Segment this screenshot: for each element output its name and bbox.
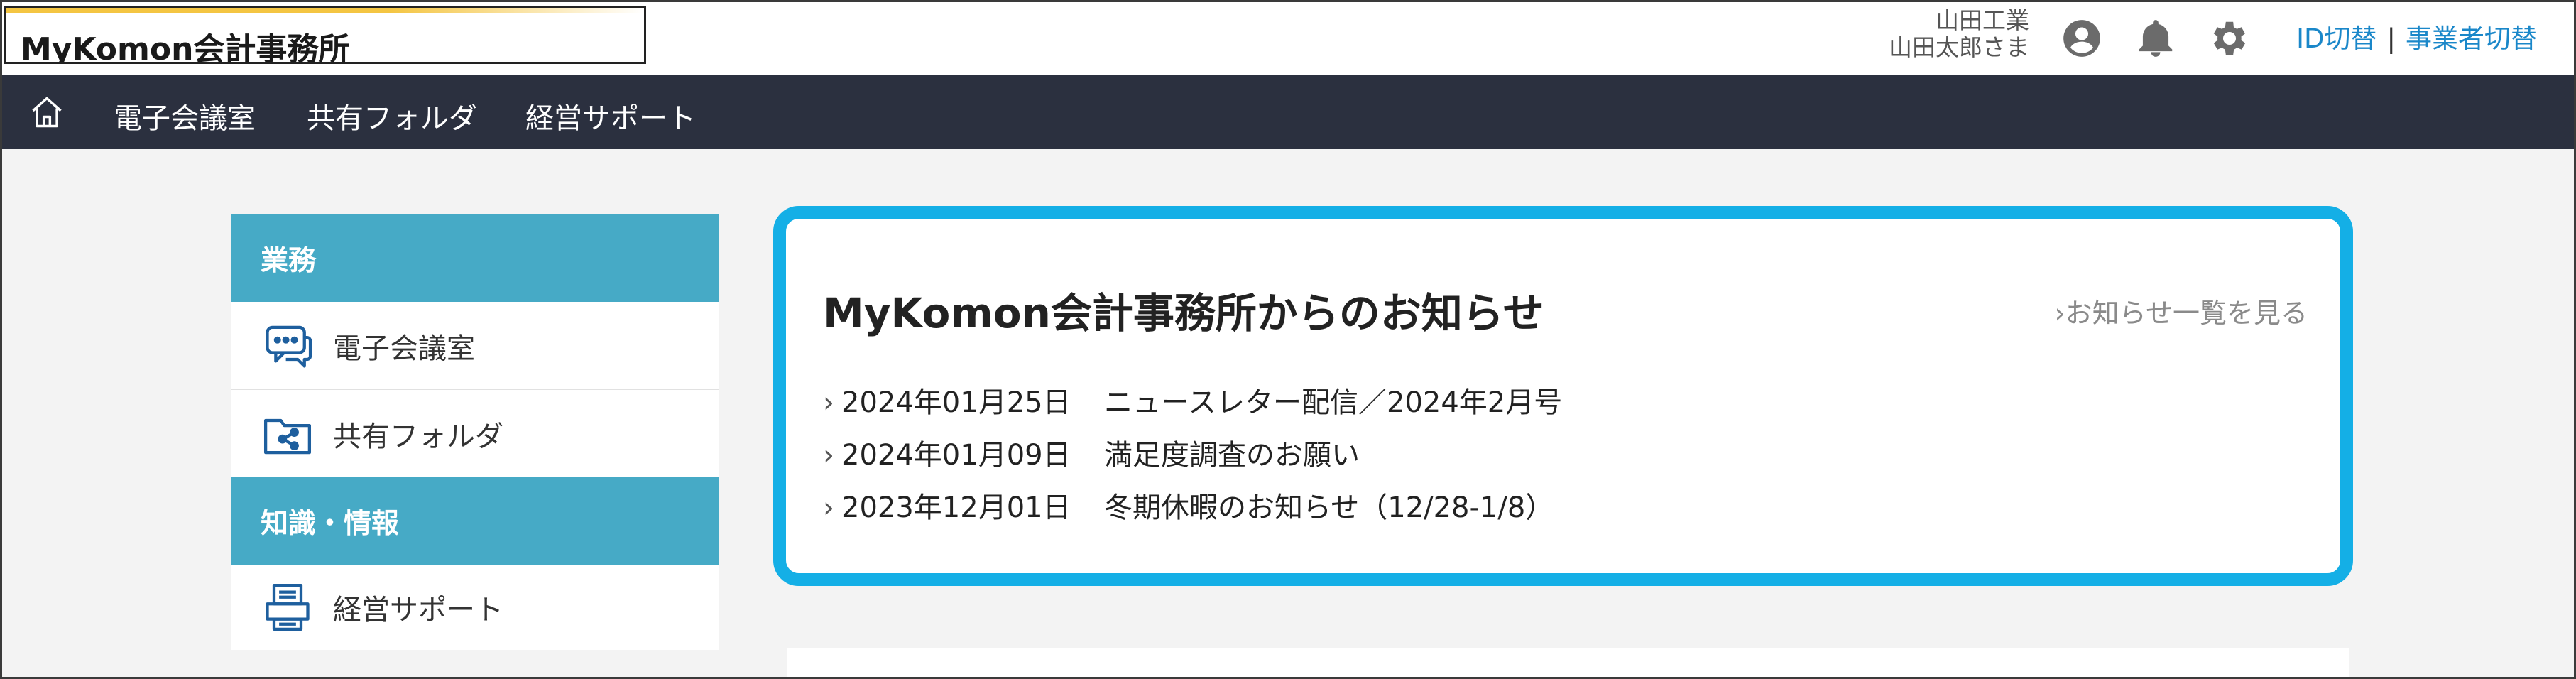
news-item[interactable]: › 2024年01月09日 満足度調査のお願い (823, 432, 1360, 473)
sidebar-heading-knowledge: 知識・情報 (231, 477, 719, 565)
business-switch-link[interactable]: 事業者切替 (2406, 23, 2537, 54)
news-title: MyKomon会計事務所からのお知らせ (823, 289, 1544, 337)
news-more-label: お知らせ一覧を見る (2065, 298, 2308, 329)
account-links: ID切替 | 事業者切替 (2296, 17, 2537, 55)
sidebar-heading-business: 業務 (231, 214, 719, 302)
sidebar-item-label: 電子会議室 (333, 332, 475, 365)
logo[interactable]: MyKomon会計事務所 (4, 6, 646, 64)
news-item[interactable]: › 2023年12月01日 冬期休暇のお知らせ（12/28-1/8） (823, 484, 1554, 526)
sidebar-item-label: 経営サポート (333, 594, 503, 626)
chat-bubbles-icon (259, 317, 316, 374)
news-date: 2024年01月09日 (841, 439, 1071, 472)
logo-accent-bar (6, 8, 644, 13)
sidebar-item-management-support[interactable]: 経営サポート (231, 565, 719, 650)
news-text: 満足度調査のお願い (1104, 439, 1360, 472)
printer-icon (259, 579, 316, 636)
nav-item-shared-folder[interactable]: 共有フォルダ (307, 95, 477, 136)
gear-icon[interactable] (2205, 14, 2254, 63)
user-circle-icon[interactable] (2058, 14, 2106, 63)
news-card: MyKomon会計事務所からのお知らせ ›お知らせ一覧を見る › 2024年01月… (773, 206, 2353, 586)
chevron-right-icon: › (823, 439, 834, 472)
nav-item-conference[interactable]: 電子会議室 (114, 95, 256, 136)
sidebar-item-shared-folder[interactable]: 共有フォルダ (231, 390, 719, 477)
sidebar-item-label: 共有フォルダ (333, 420, 503, 453)
news-text: ニュースレター配信／2024年2月号 (1104, 386, 1563, 419)
user-info: 山田工業 山田太郎さま (1745, 7, 2029, 61)
chevron-right-icon: › (823, 386, 834, 419)
home-icon[interactable] (27, 92, 67, 132)
company-name: 山田工業 (1936, 6, 2029, 34)
sidebar-item-conference[interactable]: 電子会議室 (231, 302, 719, 389)
top-header: MyKomon会計事務所 山田工業 山田太郎さま ID切替 | 事業者切替 (0, 0, 2576, 75)
id-switch-link[interactable]: ID切替 (2296, 23, 2376, 54)
user-name: 山田太郎さま (1889, 33, 2029, 61)
news-item[interactable]: › 2024年01月25日 ニュースレター配信／2024年2月号 (823, 379, 1562, 420)
news-text: 冬期休暇のお知らせ（12/28-1/8） (1104, 491, 1554, 524)
shared-folder-icon (259, 406, 316, 462)
chevron-right-icon: › (823, 491, 834, 524)
bell-icon[interactable] (2132, 14, 2180, 63)
content-panel (787, 648, 2349, 679)
main-navbar: 電子会議室 共有フォルダ 経営サポート (0, 75, 2576, 149)
logo-text: MyKomon会計事務所 (21, 31, 350, 64)
link-separator: | (2386, 23, 2396, 54)
news-more-link[interactable]: ›お知らせ一覧を見る (2055, 291, 2308, 330)
news-date: 2024年01月25日 (841, 386, 1071, 419)
chevron-right-icon: › (2054, 298, 2065, 329)
news-date: 2023年12月01日 (841, 491, 1071, 524)
nav-item-management-support[interactable]: 経営サポート (525, 95, 696, 136)
